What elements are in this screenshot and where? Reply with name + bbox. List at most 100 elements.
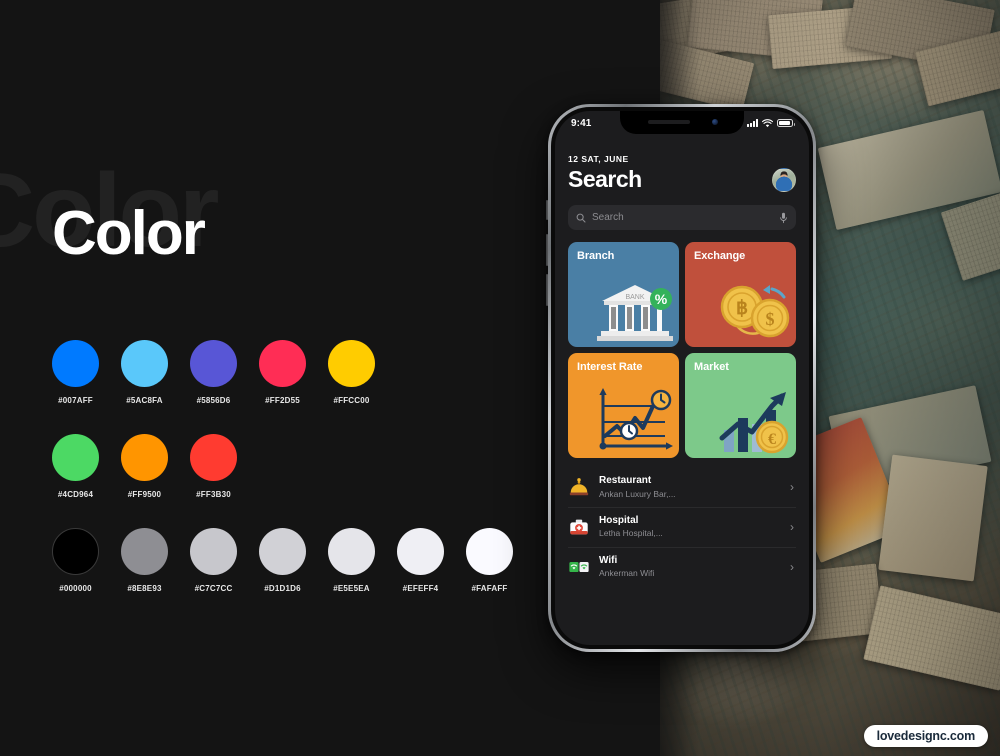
swatch-dot: [328, 340, 375, 387]
swatch-dot: [52, 528, 99, 575]
swatch-hex-label: #FF3B30: [196, 490, 231, 499]
color-swatch[interactable]: #FF2D55: [259, 340, 306, 405]
date-label: 12 SAT, JUNE: [568, 154, 629, 164]
palette-row: #000000 #8E8E93 #C7C7CC #D1D1D6 #E5E5EA …: [52, 528, 513, 593]
app-content: 12 SAT, JUNE Search Search Branch BANK %…: [555, 135, 809, 645]
swatch-hex-label: #000000: [59, 584, 92, 593]
color-swatch[interactable]: #D1D1D6: [259, 528, 306, 593]
palette-row: #007AFF #5AC8FA #5856D6 #FF2D55 #FFCC00: [52, 340, 513, 405]
list-item-title: Wifi: [599, 554, 618, 566]
phone-mockup: 9:41 12 SAT, JUNE Search Search Branch B…: [546, 104, 816, 652]
wifi-tile-icon: [569, 562, 589, 573]
chevron-right-icon: ›: [790, 520, 794, 535]
color-swatch[interactable]: #EFEFF4: [397, 528, 444, 593]
list-item[interactable]: Restaurant Ankan Luxury Bar,... ›: [568, 468, 796, 508]
list-item-title: Hospital: [599, 514, 639, 526]
results-list: Restaurant Ankan Luxury Bar,... › Hospit…: [568, 468, 796, 587]
status-icons: [747, 118, 795, 128]
swatch-hex-label: #FF9500: [127, 490, 162, 499]
swatch-hex-label: #007AFF: [58, 396, 93, 405]
swatch-dot: [190, 340, 237, 387]
swatch-dot: [121, 528, 168, 575]
color-swatch[interactable]: #FFCC00: [328, 340, 375, 405]
swatch-hex-label: #5856D6: [196, 396, 231, 405]
phone-screen: 9:41 12 SAT, JUNE Search Search Branch B…: [555, 111, 809, 645]
list-item-subtitle: Ankan Luxury Bar,...: [599, 488, 676, 499]
list-item[interactable]: Wifi Ankerman Wifi ›: [568, 548, 796, 587]
color-swatch[interactable]: #FF3B30: [190, 434, 237, 499]
swatch-hex-label: #5AC8FA: [126, 396, 163, 405]
bank-building-icon: BANK %: [597, 285, 673, 341]
swatch-hex-label: #EFEFF4: [402, 584, 439, 593]
status-time: 9:41: [571, 117, 592, 129]
color-swatch[interactable]: #4CD964: [52, 434, 99, 499]
color-swatch[interactable]: #007AFF: [52, 340, 99, 405]
swatch-hex-label: #D1D1D6: [264, 584, 301, 593]
card-interest-rate[interactable]: Interest Rate: [568, 353, 679, 458]
swatch-dot: [121, 434, 168, 481]
color-palette: #007AFF #5AC8FA #5856D6 #FF2D55 #FFCC00 …: [52, 340, 513, 622]
app-title: Search: [568, 166, 642, 192]
swatch-hex-label: #FAFAFF: [471, 584, 508, 593]
battery-icon: [777, 119, 795, 127]
list-item-text: Restaurant Ankan Luxury Bar,...: [599, 475, 781, 500]
palette-row: #4CD964 #FF9500 #FF3B30: [52, 434, 513, 499]
search-input[interactable]: Search: [568, 205, 796, 230]
swatch-hex-label: #FF2D55: [265, 396, 300, 405]
chevron-right-icon: ›: [790, 480, 794, 495]
cellular-signal-icon: [747, 119, 758, 127]
list-item-text: Hospital Letha Hospital,...: [599, 515, 781, 540]
search-icon: [576, 213, 586, 223]
card-branch[interactable]: Branch BANK %: [568, 242, 679, 347]
color-swatch[interactable]: #FAFAFF: [466, 528, 513, 593]
color-swatch[interactable]: #E5E5EA: [328, 528, 375, 593]
svg-text:$: $: [766, 309, 775, 329]
swatch-hex-label: #C7C7CC: [194, 584, 233, 593]
color-swatch[interactable]: #C7C7CC: [190, 528, 237, 593]
microphone-icon[interactable]: [779, 212, 788, 224]
color-swatch[interactable]: #5856D6: [190, 340, 237, 405]
app-header: Search: [568, 166, 796, 193]
swatch-hex-label: #4CD964: [57, 490, 94, 499]
search-placeholder: Search: [592, 212, 624, 223]
svg-text:€: €: [768, 431, 776, 448]
card-exchange[interactable]: Exchange ฿ $: [685, 242, 796, 347]
list-item-text: Wifi Ankerman Wifi: [599, 555, 781, 580]
swatch-dot: [121, 340, 168, 387]
status-bar: 9:41: [555, 111, 809, 135]
swatch-dot: [466, 528, 513, 575]
swatch-dot: [259, 340, 306, 387]
color-swatch[interactable]: #5AC8FA: [121, 340, 168, 405]
site-watermark: lovedesignc.com: [863, 725, 988, 747]
list-item[interactable]: Hospital Letha Hospital,... ›: [568, 508, 796, 548]
list-item-subtitle: Ankerman Wifi: [599, 568, 655, 579]
swatch-hex-label: #FFCC00: [333, 396, 370, 405]
chevron-right-icon: ›: [790, 560, 794, 575]
page-title: Color: [52, 199, 206, 268]
restaurant-bell-icon: [569, 478, 589, 496]
medical-kit-icon: [570, 520, 588, 535]
swatch-dot: [328, 528, 375, 575]
swatch-dot: [52, 340, 99, 387]
card-title: Branch: [577, 250, 615, 262]
swatch-dot: [52, 434, 99, 481]
swatch-dot: [190, 528, 237, 575]
color-swatch[interactable]: #8E8E93: [121, 528, 168, 593]
swatch-dot: [397, 528, 444, 575]
list-item-subtitle: Letha Hospital,...: [599, 528, 663, 539]
card-title: Market: [694, 361, 729, 373]
wifi-icon: [762, 118, 773, 127]
swatch-dot: [259, 528, 306, 575]
card-title: Exchange: [694, 250, 746, 262]
card-market[interactable]: Market €: [685, 353, 796, 458]
swatch-hex-label: #8E8E93: [127, 584, 162, 593]
category-card-grid: Branch BANK % Exchange ฿ $ Interest Rate…: [568, 242, 796, 458]
color-swatch[interactable]: #FF9500: [121, 434, 168, 499]
avatar[interactable]: [772, 167, 796, 192]
line-chart-icon: [599, 388, 673, 450]
svg-text:฿: ฿: [736, 298, 748, 319]
currency-coins-icon: ฿ $: [720, 285, 790, 338]
color-swatch[interactable]: #000000: [52, 528, 99, 593]
svg-text:BANK: BANK: [625, 294, 644, 301]
bar-chart-euro-icon: €: [719, 392, 789, 454]
